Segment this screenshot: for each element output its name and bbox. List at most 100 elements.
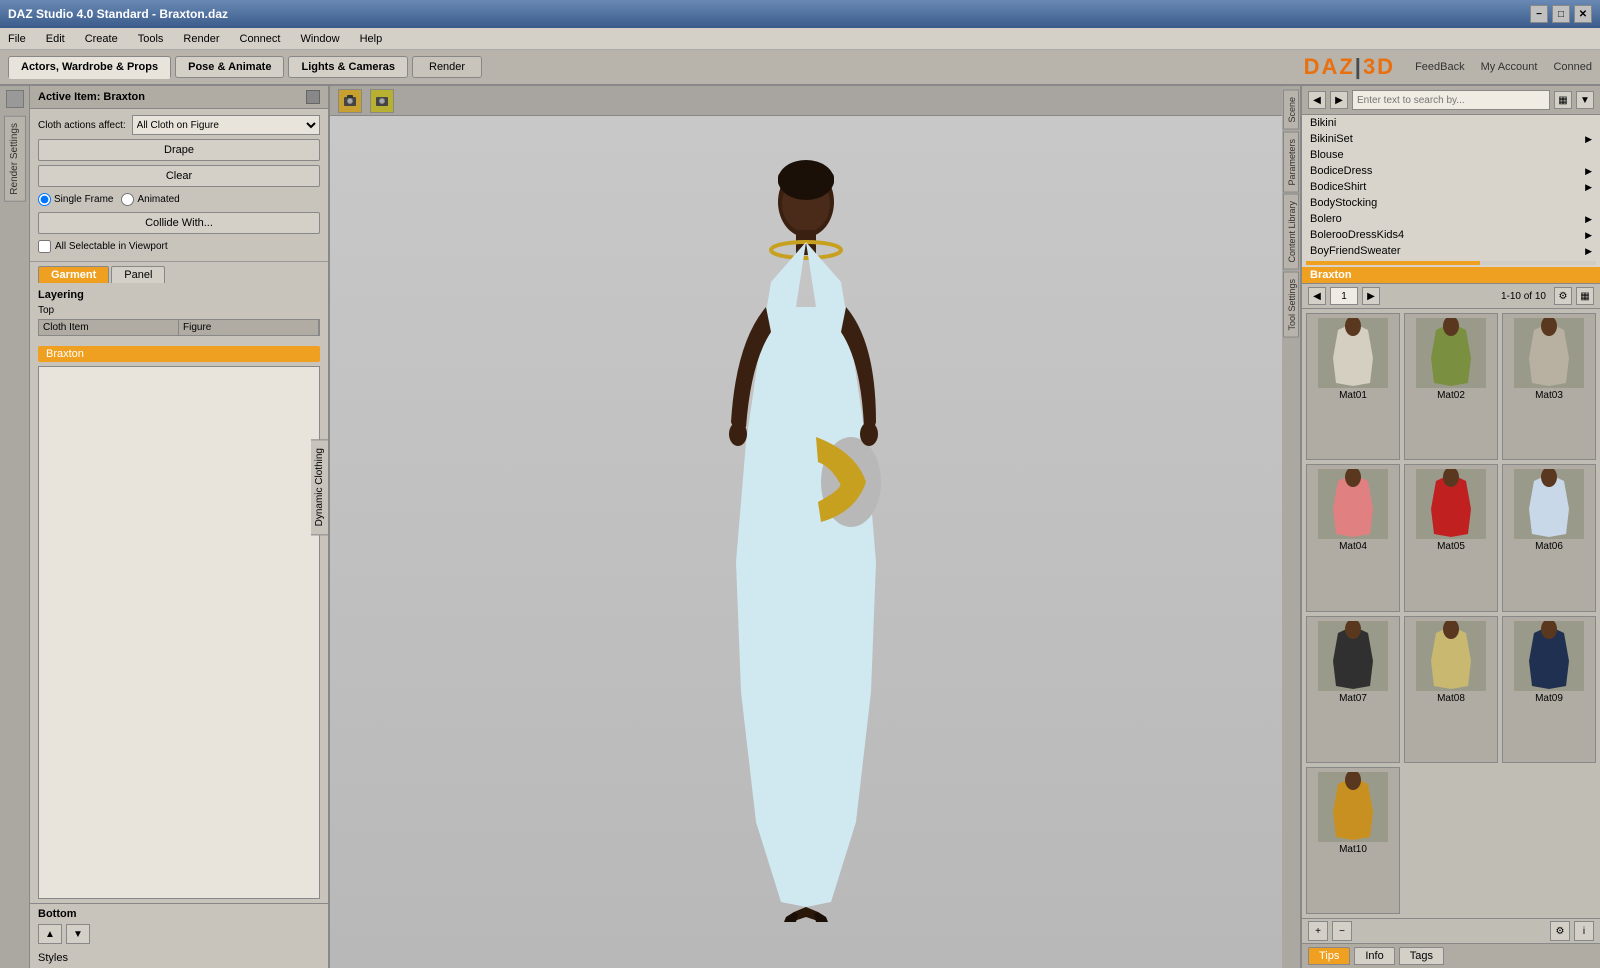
nav-actors[interactable]: Actors, Wardrobe & Props xyxy=(8,56,171,79)
animated-radio[interactable] xyxy=(121,193,134,206)
parameters-tab[interactable]: Parameters xyxy=(1283,132,1299,193)
bodystocking-label: BodyStocking xyxy=(1310,197,1377,209)
add-button[interactable]: + xyxy=(1308,921,1328,941)
mat08-label: Mat08 xyxy=(1437,693,1465,704)
all-selectable-row: All Selectable in Viewport xyxy=(38,238,320,255)
menu-render[interactable]: Render xyxy=(179,31,223,47)
mat02-item[interactable]: Mat02 xyxy=(1404,313,1498,460)
connected-link[interactable]: Conned xyxy=(1553,61,1592,73)
mat09-label: Mat09 xyxy=(1535,693,1563,704)
tags-tab[interactable]: Tags xyxy=(1399,947,1444,965)
cloth-affect-select[interactable]: All Cloth on Figure xyxy=(132,115,320,135)
menu-window[interactable]: Window xyxy=(296,31,343,47)
camera-icon[interactable] xyxy=(338,89,362,113)
sidebar-toggle-icon[interactable] xyxy=(6,90,24,108)
scene-tab[interactable]: Scene xyxy=(1283,90,1299,130)
panel-options-icon[interactable] xyxy=(306,90,320,104)
nav-render[interactable]: Render xyxy=(412,56,482,78)
menu-connect[interactable]: Connect xyxy=(236,31,285,47)
category-bodystocking[interactable]: BodyStocking xyxy=(1302,195,1600,211)
maximize-button[interactable]: □ xyxy=(1552,5,1570,23)
info-button[interactable]: i xyxy=(1574,921,1594,941)
prev-page[interactable]: ◀ xyxy=(1308,287,1326,305)
mat01-item[interactable]: Mat01 xyxy=(1306,313,1400,460)
tips-tab[interactable]: Tips xyxy=(1308,947,1350,965)
back-arrow[interactable]: ◀ xyxy=(1308,91,1326,109)
menu-file[interactable]: File xyxy=(4,31,30,47)
garment-tab[interactable]: Garment xyxy=(38,266,109,283)
next-page[interactable]: ▶ xyxy=(1362,287,1380,305)
single-frame-radio-label[interactable]: Single Frame xyxy=(38,193,113,206)
category-bikiniset[interactable]: BikiniSet ▶ xyxy=(1302,131,1600,147)
mat04-item[interactable]: Mat04 xyxy=(1306,464,1400,611)
category-bodiceshirt[interactable]: BodiceShirt ▶ xyxy=(1302,179,1600,195)
mat04-thumbnail xyxy=(1318,469,1388,539)
animation-row: Single Frame Animated xyxy=(38,191,320,208)
minimize-button[interactable]: − xyxy=(1530,5,1548,23)
page-settings[interactable]: ⚙ xyxy=(1554,287,1572,305)
category-blouse[interactable]: Blouse xyxy=(1302,147,1600,163)
boyfriendsweater-arrow: ▶ xyxy=(1585,246,1592,257)
collide-button[interactable]: Collide With... xyxy=(38,212,320,234)
forward-arrow[interactable]: ▶ xyxy=(1330,91,1348,109)
single-frame-radio[interactable] xyxy=(38,193,51,206)
title-bar: DAZ Studio 4.0 Standard - Braxton.daz − … xyxy=(0,0,1600,28)
viewport-area[interactable] xyxy=(330,116,1282,968)
up-arrow-button[interactable]: ▲ xyxy=(38,924,62,944)
category-bolero[interactable]: Bolero ▶ xyxy=(1302,211,1600,227)
logo-links: FeedBack My Account Conned xyxy=(1415,61,1592,73)
panel-tab[interactable]: Panel xyxy=(111,266,165,283)
close-button[interactable]: ✕ xyxy=(1574,5,1592,23)
all-selectable-checkbox[interactable] xyxy=(38,240,51,253)
category-bodicedress[interactable]: BodiceDress ▶ xyxy=(1302,163,1600,179)
bodicedress-label: BodiceDress xyxy=(1310,165,1372,177)
mat03-item[interactable]: Mat03 xyxy=(1502,313,1596,460)
remove-button[interactable]: − xyxy=(1332,921,1352,941)
left-panel-header: Active Item: Braxton xyxy=(30,86,328,109)
mat07-item[interactable]: Mat07 xyxy=(1306,616,1400,763)
mat09-item[interactable]: Mat09 xyxy=(1502,616,1596,763)
left-panel: Active Item: Braxton Cloth actions affec… xyxy=(30,86,330,968)
nav-pose[interactable]: Pose & Animate xyxy=(175,56,284,78)
category-bikini[interactable]: Bikini xyxy=(1302,115,1600,131)
animated-radio-label[interactable]: Animated xyxy=(121,193,179,206)
feedback-link[interactable]: FeedBack xyxy=(1415,61,1465,73)
dynamic-clothing-tab[interactable]: Dynamic Clothing xyxy=(311,439,329,535)
camera2-icon[interactable] xyxy=(370,89,394,113)
menu-create[interactable]: Create xyxy=(81,31,122,47)
mat02-thumbnail xyxy=(1416,318,1486,388)
braxton-tag[interactable]: Braxton xyxy=(38,346,320,362)
drape-button[interactable]: Drape xyxy=(38,139,320,161)
category-bolerodresskids4[interactable]: BolerooDressKids4 ▶ xyxy=(1302,227,1600,243)
render-settings-tab[interactable]: Render Settings xyxy=(4,116,26,202)
main-nav: Actors, Wardrobe & Props Pose & Animate … xyxy=(0,50,1600,86)
menu-tools[interactable]: Tools xyxy=(134,31,168,47)
mat05-item[interactable]: Mat05 xyxy=(1404,464,1498,611)
bolerodresskids4-label: BolerooDressKids4 xyxy=(1310,229,1404,241)
view-options[interactable]: ▦ xyxy=(1554,91,1572,109)
mat08-item[interactable]: Mat08 xyxy=(1404,616,1498,763)
mat06-item[interactable]: Mat06 xyxy=(1502,464,1596,611)
mat10-item[interactable]: Mat10 xyxy=(1306,767,1400,914)
page-view[interactable]: ▦ xyxy=(1576,287,1594,305)
bolero-label: Bolero xyxy=(1310,213,1342,225)
top-label: Top xyxy=(38,305,320,316)
nav-lights[interactable]: Lights & Cameras xyxy=(288,56,408,78)
bikini-label: Bikini xyxy=(1310,117,1336,129)
menu-edit[interactable]: Edit xyxy=(42,31,69,47)
down-arrow-button[interactable]: ▼ xyxy=(66,924,90,944)
account-link[interactable]: My Account xyxy=(1481,61,1538,73)
info-tab[interactable]: Info xyxy=(1354,947,1394,965)
tool-settings-tab[interactable]: Tool Settings xyxy=(1283,272,1299,338)
search-input[interactable] xyxy=(1352,90,1550,110)
content-library-tab[interactable]: Content Library xyxy=(1283,194,1299,270)
sort-options[interactable]: ▼ xyxy=(1576,91,1594,109)
menu-help[interactable]: Help xyxy=(356,31,387,47)
page-input[interactable] xyxy=(1330,287,1358,305)
braxton-selected-item[interactable]: Braxton xyxy=(1302,267,1600,283)
clear-button[interactable]: Clear xyxy=(38,165,320,187)
content-lib-header: ◀ ▶ ▦ ▼ xyxy=(1302,86,1600,115)
settings-button[interactable]: ⚙ xyxy=(1550,921,1570,941)
bikiniset-arrow: ▶ xyxy=(1585,134,1592,145)
category-boyfriendsweater[interactable]: BoyFriendSweater ▶ xyxy=(1302,243,1600,259)
